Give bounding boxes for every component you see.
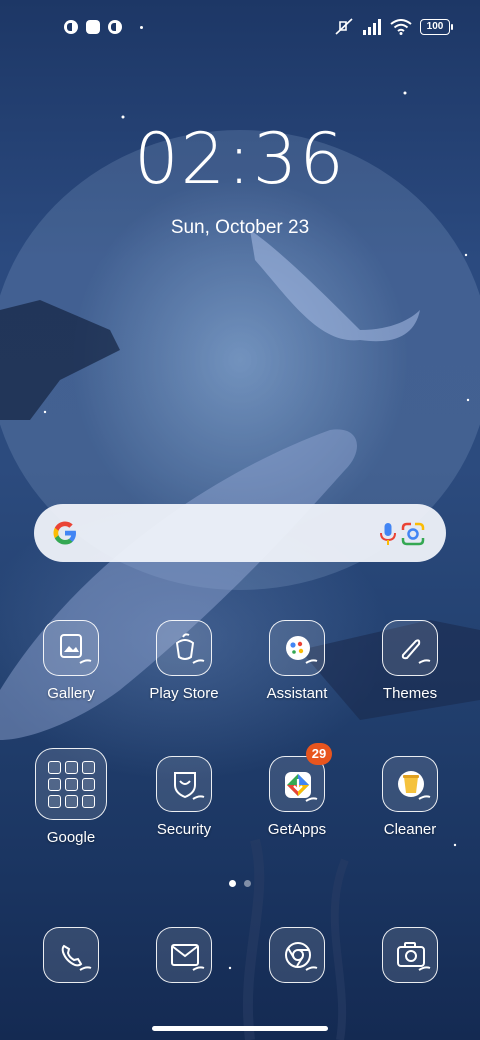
assistant-icon: [269, 620, 325, 676]
folder-app-icon: [65, 795, 78, 808]
signal-icon: [363, 19, 381, 35]
notification-icon: [108, 20, 122, 34]
app-play-store[interactable]: Play Store: [142, 620, 226, 702]
status-notifications: [64, 20, 143, 34]
home-gesture-bar[interactable]: [152, 1026, 328, 1031]
status-bar: 100: [0, 16, 480, 40]
app-themes[interactable]: Themes: [368, 620, 452, 702]
cleaner-icon: [382, 756, 438, 812]
folder-icon: [35, 748, 107, 820]
clock-time[interactable]: 02:36: [0, 118, 480, 200]
folder-app-icon: [65, 778, 78, 791]
play-store-icon: [156, 620, 212, 676]
google-g-icon: [53, 521, 76, 545]
clock-date[interactable]: Sun, October 23: [0, 217, 480, 239]
page-dot[interactable]: [244, 880, 251, 887]
app-label: Play Store: [149, 685, 219, 702]
getapps-icon: 29: [269, 743, 332, 812]
gallery-icon: [43, 620, 99, 676]
folder-app-icon: [82, 761, 95, 774]
app-assistant[interactable]: Assistant: [255, 620, 339, 702]
folder-app-icon: [82, 795, 95, 808]
folder-app-icon: [82, 778, 95, 791]
app-label: Themes: [382, 685, 438, 702]
folder-label: Google: [46, 829, 96, 846]
app-cleaner[interactable]: Cleaner: [368, 756, 452, 838]
app-label: Cleaner: [383, 821, 437, 838]
microphone-icon[interactable]: [376, 521, 400, 547]
phone-icon: [43, 927, 99, 983]
chrome-icon: [269, 927, 325, 983]
app-label: Assistant: [266, 685, 328, 702]
dock-messages[interactable]: [142, 927, 226, 983]
page-dot-active[interactable]: [229, 880, 236, 887]
app-label: Security: [156, 821, 212, 838]
themes-icon: [382, 620, 438, 676]
app-gallery[interactable]: Gallery: [29, 620, 113, 702]
folder-app-icon: [48, 761, 61, 774]
battery-indicator: 100: [420, 19, 453, 35]
dock-phone[interactable]: [29, 927, 113, 983]
wifi-icon: [390, 19, 412, 35]
folder-app-icon: [65, 761, 78, 774]
camera-icon: [382, 927, 438, 983]
dock-chrome[interactable]: [255, 927, 339, 983]
google-search-bar[interactable]: [34, 504, 446, 562]
dot-icon: [140, 25, 143, 29]
app-getapps[interactable]: 29 GetApps: [255, 743, 339, 838]
security-icon: [156, 756, 212, 812]
status-indicators: 100: [334, 18, 453, 36]
notification-icon: [64, 20, 78, 34]
app-label: GetApps: [267, 821, 327, 838]
mute-icon: [335, 18, 353, 35]
square-notification-icon: [86, 20, 100, 34]
app-security[interactable]: Security: [142, 756, 226, 838]
app-label: Gallery: [47, 685, 95, 702]
dock-camera[interactable]: [368, 927, 452, 983]
folder-app-icon: [48, 778, 61, 791]
google-lens-icon[interactable]: [400, 521, 426, 547]
folder-google[interactable]: Google: [29, 748, 113, 846]
notification-badge: 29: [306, 743, 332, 765]
page-indicator[interactable]: [0, 880, 480, 887]
folder-app-icon: [48, 795, 61, 808]
messages-icon: [156, 927, 212, 983]
